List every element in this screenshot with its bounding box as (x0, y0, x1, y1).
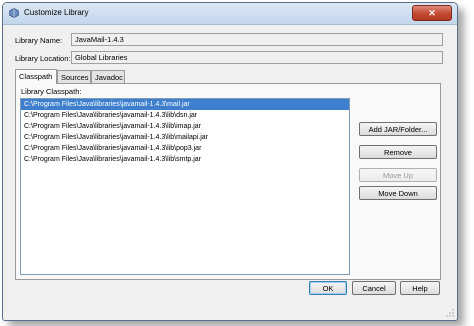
tab-javadoc[interactable]: Javadoc (91, 70, 125, 83)
ok-button[interactable]: OK (309, 281, 347, 295)
window-title: Customize Library (24, 8, 89, 17)
tab-classpath[interactable]: Classpath (15, 69, 57, 84)
list-item[interactable]: C:\Program Files\Java\libraries\javamail… (21, 121, 349, 132)
library-location-label: Library Location: (15, 54, 71, 63)
classpath-list[interactable]: C:\Program Files\Java\libraries\javamail… (20, 98, 350, 275)
customize-library-dialog: Customize Library ✕ Library Name: JavaMa… (2, 2, 458, 321)
add-jar-folder-button[interactable]: Add JAR/Folder... (359, 122, 437, 136)
list-item[interactable]: C:\Program Files\Java\libraries\javamail… (21, 99, 349, 110)
classpath-panel: Library Classpath: C:\Program Files\Java… (15, 83, 441, 280)
list-item[interactable]: C:\Program Files\Java\libraries\javamail… (21, 154, 349, 165)
close-icon: ✕ (428, 7, 436, 18)
dialog-content: Library Name: JavaMail-1.4.3 Library Loc… (3, 25, 457, 320)
library-location-field: Global Libraries (71, 51, 443, 64)
move-up-button[interactable]: Move Up (359, 168, 437, 182)
library-name-field[interactable]: JavaMail-1.4.3 (71, 33, 443, 46)
cancel-button[interactable]: Cancel (352, 281, 396, 295)
list-item[interactable]: C:\Program Files\Java\libraries\javamail… (21, 110, 349, 121)
library-name-label: Library Name: (15, 36, 63, 45)
tab-sources[interactable]: Sources (57, 70, 91, 83)
resize-grip-icon[interactable] (446, 309, 454, 317)
list-item[interactable]: C:\Program Files\Java\libraries\javamail… (21, 132, 349, 143)
title-bar[interactable]: Customize Library ✕ (3, 3, 457, 25)
move-down-button[interactable]: Move Down (359, 186, 437, 200)
remove-button[interactable]: Remove (359, 145, 437, 159)
app-icon (9, 8, 19, 18)
help-button[interactable]: Help (400, 281, 440, 295)
classpath-label: Library Classpath: (21, 87, 82, 96)
list-item[interactable]: C:\Program Files\Java\libraries\javamail… (21, 143, 349, 154)
close-button[interactable]: ✕ (412, 5, 452, 21)
